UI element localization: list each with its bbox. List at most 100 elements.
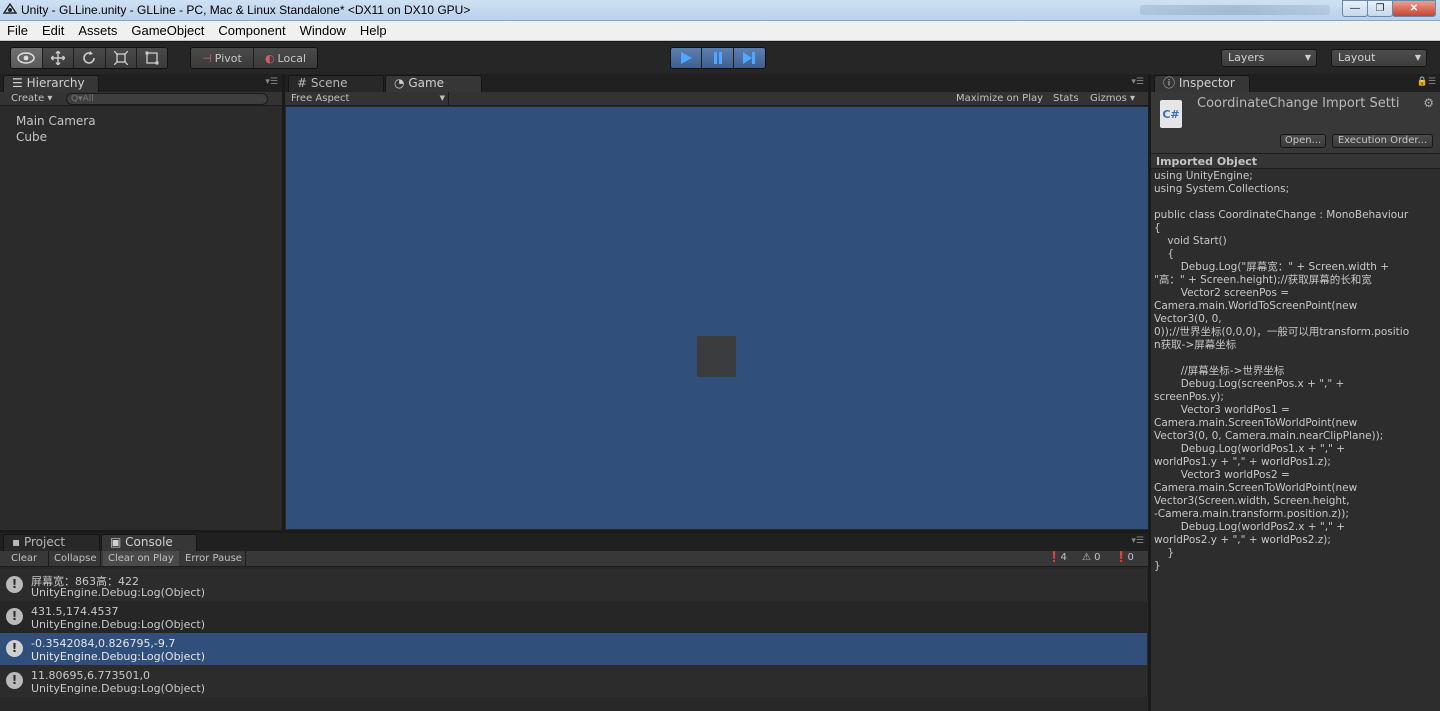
- code-line: worldPos2.y + "," + worldPos2.z);: [1154, 534, 1331, 546]
- log-info-icon: !: [6, 608, 23, 625]
- list-icon: ☰: [12, 76, 23, 90]
- close-button[interactable]: ✕: [1392, 0, 1436, 17]
- code-line: {: [1154, 222, 1161, 234]
- rotate-icon: [83, 51, 96, 64]
- local-icon: ◐: [264, 51, 275, 65]
- window-titlebar: Unity - GLLine.unity - GLLine - PC, Mac …: [0, 0, 1440, 21]
- code-line: Camera.main.ScreenToWorldPoint(new: [1154, 482, 1358, 494]
- aspect-dropdown[interactable]: Free Aspect ▼: [291, 92, 449, 105]
- layers-dropdown[interactable]: Layers ▼: [1221, 49, 1317, 67]
- code-line: Debug.Log("屏幕宽：" + Screen.width +: [1154, 261, 1390, 273]
- layout-dropdown[interactable]: Layout ▼: [1331, 49, 1427, 67]
- console-message: -0.3542084,0.826795,-9.7: [31, 637, 176, 650]
- hand-tool-button[interactable]: [11, 48, 43, 68]
- code-line: screenPos.y);: [1154, 391, 1224, 403]
- window-title: Unity - GLLine.unity - GLLine - PC, Mac …: [21, 3, 471, 17]
- error-count-toggle[interactable]: ❗0: [1115, 552, 1134, 563]
- code-line: {: [1154, 248, 1175, 260]
- error-pause-toggle[interactable]: Error Pause: [180, 551, 246, 566]
- code-line: Vector3(0, 0,: [1154, 313, 1222, 325]
- maximize-on-play-toggle[interactable]: Maximize on Play: [956, 93, 1043, 104]
- unity-logo-icon: [3, 3, 17, 14]
- tab-game[interactable]: ◔ Game: [385, 75, 482, 92]
- console-entry[interactable]: ! 屏幕宽：863高：422 UnityEngine.Debug:Log(Obj…: [0, 569, 1147, 601]
- log-count-toggle[interactable]: ❗4: [1048, 552, 1067, 563]
- open-button[interactable]: Open...: [1280, 134, 1326, 148]
- code-line: void Start(): [1154, 235, 1227, 247]
- move-tool-button[interactable]: [42, 48, 75, 68]
- menu-window[interactable]: Window: [293, 23, 353, 38]
- console-source: UnityEngine.Debug:Log(Object): [31, 618, 206, 631]
- code-line: Vector3(Screen.width, Screen.height,: [1154, 495, 1350, 507]
- hierarchy-item-cube[interactable]: Cube: [16, 130, 47, 144]
- clear-on-play-toggle[interactable]: Clear on Play: [103, 551, 179, 566]
- pause-button[interactable]: [702, 48, 734, 68]
- warning-count-toggle[interactable]: ⚠ 0: [1082, 552, 1101, 563]
- console-entry-selected[interactable]: ! -0.3542084,0.826795,-9.7 UnityEngine.D…: [0, 633, 1147, 665]
- code-line: Vector3 worldPos1 =: [1154, 404, 1290, 416]
- hierarchy-item-main-camera[interactable]: Main Camera: [16, 114, 96, 128]
- code-line: using UnityEngine;: [1154, 170, 1253, 182]
- tab-console[interactable]: ▣ Console: [101, 534, 197, 551]
- inspector-tab-label: Inspector: [1178, 76, 1235, 90]
- collapse-toggle[interactable]: Collapse: [48, 551, 101, 566]
- error-icon: ❗: [1115, 552, 1128, 563]
- rect-tool-button[interactable]: [137, 48, 167, 68]
- maximize-button[interactable]: ❐: [1367, 0, 1393, 17]
- console-entry[interactable]: ! 431.5,174.4537 UnityEngine.Debug:Log(O…: [0, 601, 1147, 633]
- minimize-button[interactable]: —: [1342, 0, 1368, 17]
- menu-component[interactable]: Component: [211, 23, 292, 38]
- pivot-button[interactable]: ⊣ Pivot: [191, 48, 255, 68]
- scale-icon: [114, 51, 129, 65]
- tab-inspector[interactable]: ⓘ Inspector: [1154, 75, 1250, 92]
- panel-menu-icon[interactable]: ▾☰: [1131, 536, 1144, 546]
- code-line: n获取->屏幕坐标: [1154, 339, 1237, 351]
- menu-edit[interactable]: Edit: [35, 23, 71, 38]
- panel-menu-icon[interactable]: ▾☰: [265, 77, 278, 87]
- imported-object-header: Imported Object: [1151, 154, 1440, 169]
- execution-order-button[interactable]: Execution Order...: [1332, 134, 1433, 148]
- tab-scene[interactable]: # Scene: [288, 75, 384, 92]
- hierarchy-tabstrip: ☰ Hierarchy ▾☰: [0, 74, 282, 92]
- play-button[interactable]: [671, 48, 703, 68]
- scale-tool-button[interactable]: [105, 48, 138, 68]
- code-line: //屏幕坐标->世界坐标: [1154, 365, 1285, 377]
- project-tab-label: Project: [23, 535, 66, 549]
- hierarchy-tab-label: Hierarchy: [26, 76, 85, 90]
- stats-toggle[interactable]: Stats: [1053, 93, 1079, 104]
- lock-menu-icon[interactable]: 🔒☰: [1417, 77, 1436, 87]
- csharp-file-icon: C#: [1160, 100, 1182, 128]
- pivot-label: Pivot: [214, 51, 242, 65]
- play-controls: [670, 47, 766, 69]
- console-entry[interactable]: ! 11.80695,6.773501,0 UnityEngine.Debug:…: [0, 665, 1147, 697]
- create-dropdown[interactable]: Create ▾: [11, 93, 52, 104]
- tab-project[interactable]: ▪ Project: [3, 534, 100, 551]
- tab-hierarchy[interactable]: ☰ Hierarchy: [3, 75, 99, 92]
- rotate-tool-button[interactable]: [74, 48, 106, 68]
- console-toolbar: Clear Collapse Clear on Play Error Pause…: [0, 551, 1148, 567]
- menu-file[interactable]: File: [0, 23, 35, 38]
- code-line: using System.Collections;: [1154, 183, 1290, 195]
- game-viewport[interactable]: [286, 107, 1148, 529]
- gizmos-dropdown[interactable]: Gizmos ▾: [1090, 93, 1135, 104]
- warning-count: 0: [1094, 552, 1101, 563]
- clear-button[interactable]: Clear: [11, 553, 37, 564]
- blurred-region: [1140, 5, 1330, 15]
- step-button[interactable]: [733, 48, 765, 68]
- gear-icon[interactable]: ⚙: [1423, 96, 1434, 110]
- code-line: "高：" + Screen.height);//获取屏幕的长和宽: [1154, 274, 1372, 286]
- menu-help[interactable]: Help: [353, 23, 394, 38]
- code-line: public class CoordinateChange : MonoBeha…: [1154, 209, 1409, 221]
- menu-assets[interactable]: Assets: [71, 23, 124, 38]
- code-line: -Camera.main.transform.position.z));: [1154, 508, 1349, 520]
- local-button[interactable]: ◐ Local: [254, 48, 317, 68]
- panel-menu-icon[interactable]: ▾☰: [1131, 77, 1144, 87]
- hierarchy-search-input[interactable]: Q▾All: [66, 93, 268, 105]
- code-line: }: [1154, 547, 1175, 559]
- code-line: Vector2 screenPos =: [1154, 287, 1290, 299]
- inspector-tabstrip: ⓘ Inspector 🔒☰: [1151, 74, 1440, 92]
- menu-gameobject[interactable]: GameObject: [124, 23, 211, 38]
- game-tab-label: Game: [408, 76, 445, 90]
- code-line: Debug.Log(worldPos1.x + "," +: [1154, 443, 1346, 455]
- pivot-group: ⊣ Pivot ◐ Local: [190, 47, 318, 69]
